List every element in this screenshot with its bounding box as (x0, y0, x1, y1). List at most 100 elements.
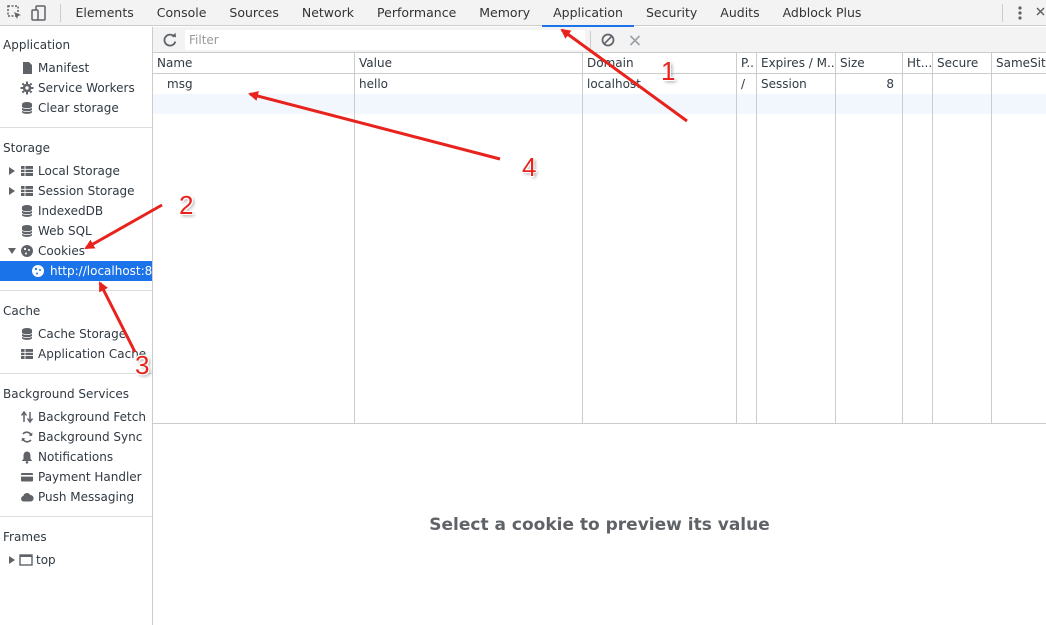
column-header-expires[interactable]: Expires / M... (757, 53, 835, 74)
annotation-label-2: 2 (179, 190, 194, 220)
database-icon (21, 205, 33, 217)
cloud-icon (21, 493, 34, 502)
tab-security[interactable]: Security (634, 0, 708, 26)
tab-elements[interactable]: Elements (64, 0, 145, 26)
sidebar-item-label: Payment Handler (38, 470, 142, 484)
sidebar-item-label: Web SQL (38, 224, 92, 238)
sidebar-item-indexeddb[interactable]: IndexedDB (0, 201, 152, 221)
sidebar-item-service-workers[interactable]: Service Workers (0, 78, 152, 98)
sidebar-item-background-fetch[interactable]: Background Fetch (0, 407, 152, 427)
column-divider[interactable] (932, 53, 933, 423)
more-options-icon[interactable] (1013, 4, 1027, 22)
grid-icon (21, 166, 33, 176)
sidebar-item-session-storage[interactable]: Session Storage (0, 181, 152, 201)
grid-icon (21, 349, 33, 359)
section-divider (0, 127, 152, 128)
sidebar-item-clear-storage[interactable]: Clear storage (0, 98, 152, 118)
sidebar-item-local-storage[interactable]: Local Storage (0, 161, 152, 181)
column-header-path[interactable]: P.. (737, 53, 756, 74)
column-divider[interactable] (354, 53, 355, 423)
column-divider[interactable] (736, 53, 737, 423)
devtools-tab-bar: Elements Console Sources Network Perform… (0, 0, 1046, 27)
sidebar-item-label: Cookies (38, 244, 85, 258)
tab-network[interactable]: Network (290, 0, 365, 26)
column-divider[interactable] (582, 53, 583, 423)
cookie-size-cell: 8 (886, 77, 894, 91)
column-header-size[interactable]: Size (836, 53, 902, 74)
preview-empty-message: Select a cookie to preview its value (429, 515, 770, 535)
tab-adblock-plus[interactable]: Adblock Plus (771, 0, 873, 26)
section-divider (0, 516, 152, 517)
sidebar-item-push-messaging[interactable]: Push Messaging (0, 487, 152, 507)
sidebar-item-label: Service Workers (38, 81, 135, 95)
tab-console[interactable]: Console (145, 0, 218, 26)
database-icon (21, 102, 33, 114)
expand-arrow-icon[interactable] (8, 166, 16, 176)
sidebar-item-application-cache[interactable]: Application Cache (0, 344, 152, 364)
sidebar-item-web-sql[interactable]: Web SQL (0, 221, 152, 241)
up-down-arrows-icon (20, 410, 34, 424)
section-title-background-services: Background Services (3, 387, 130, 401)
grid-icon (21, 186, 33, 196)
section-title-cache: Cache (3, 304, 41, 318)
card-icon (21, 473, 33, 482)
cookie-secure-cell (933, 74, 991, 94)
column-header-name[interactable]: Name (153, 53, 354, 74)
sidebar-item-label: Cache Storage (38, 327, 127, 341)
toolbar-separator (590, 31, 591, 49)
sidebar-item-payment-handler[interactable]: Payment Handler (0, 467, 152, 487)
column-divider[interactable] (835, 53, 836, 423)
column-header-domain[interactable]: Domain (583, 53, 736, 74)
inspect-element-icon[interactable] (6, 4, 24, 22)
delete-selected-icon[interactable] (627, 31, 643, 49)
expand-arrow-icon[interactable] (8, 186, 16, 196)
table-row[interactable]: msg hello localhost / Session 8 (153, 74, 1046, 94)
sidebar-item-manifest[interactable]: Manifest (0, 58, 152, 78)
sidebar-item-label: Local Storage (38, 164, 120, 178)
database-icon (21, 328, 33, 340)
sidebar-item-label: Background Sync (38, 430, 143, 444)
sidebar-item-background-sync[interactable]: Background Sync (0, 427, 152, 447)
cookie-icon (21, 245, 33, 257)
panel-tabs: Elements Console Sources Network Perform… (64, 0, 873, 27)
tab-performance[interactable]: Performance (366, 0, 468, 26)
column-divider[interactable] (991, 53, 992, 423)
column-divider[interactable] (756, 53, 757, 423)
application-sidebar: Application Manifest Service Workers Cle… (0, 27, 153, 625)
close-devtools-icon[interactable] (1034, 4, 1046, 22)
expand-arrow-icon[interactable] (8, 555, 16, 565)
annotation-label-4: 4 (522, 152, 537, 182)
clear-all-icon[interactable] (599, 31, 617, 49)
table-row-empty[interactable] (153, 94, 1046, 114)
sidebar-item-label: http://localhost:808 (50, 264, 153, 278)
tab-audits[interactable]: Audits (709, 0, 771, 26)
tab-application[interactable]: Application (541, 0, 635, 27)
sidebar-item-frame-top[interactable]: top (0, 550, 152, 570)
sidebar-item-cookie-origin[interactable]: http://localhost:808 (0, 261, 152, 281)
column-header-samesite[interactable]: SameSite (992, 53, 1046, 74)
tab-memory[interactable]: Memory (468, 0, 542, 26)
column-header-httponly[interactable]: Ht... (903, 53, 932, 74)
cookie-path-cell: / (741, 77, 746, 91)
cookie-samesite-cell (992, 74, 1046, 94)
cookies-toolbar (153, 27, 1046, 53)
sidebar-item-cookies[interactable]: Cookies (0, 241, 152, 261)
column-header-value[interactable]: Value (355, 53, 582, 74)
frame-icon (19, 554, 33, 566)
collapse-arrow-icon[interactable] (8, 246, 16, 256)
sidebar-item-cache-storage[interactable]: Cache Storage (0, 324, 152, 344)
sync-icon (21, 431, 33, 443)
bell-icon (22, 451, 32, 464)
device-toolbar-icon[interactable] (30, 4, 48, 22)
refresh-icon[interactable] (161, 31, 179, 49)
filter-input[interactable] (185, 30, 585, 50)
sidebar-item-label: Notifications (38, 450, 114, 464)
sidebar-item-notifications[interactable]: Notifications (0, 447, 152, 467)
column-divider[interactable] (902, 53, 903, 423)
section-title-application: Application (3, 38, 71, 52)
database-icon (21, 225, 33, 237)
tab-sources[interactable]: Sources (218, 0, 290, 26)
sidebar-item-label: top (36, 553, 56, 567)
cookies-table: Name Value Domain P.. Expires / M... Siz… (153, 53, 1046, 424)
column-header-secure[interactable]: Secure (933, 53, 991, 74)
